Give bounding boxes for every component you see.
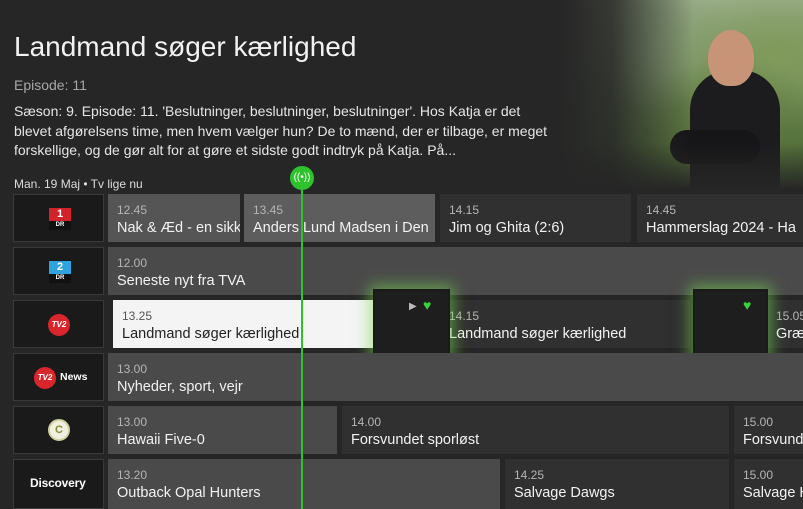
program-cell[interactable]: 14.15 Landmand søger kærlighed: [440, 300, 690, 348]
channel-row-2: 2 2 DR 12.00 Seneste nyt fra TVA: [0, 247, 803, 295]
episode-label: Episode: 11: [14, 77, 87, 93]
favorite-heart-icon[interactable]: ♥: [743, 297, 751, 313]
dr1-logo-icon: 1 DR: [49, 208, 71, 230]
program-cell[interactable]: 12.00 Seneste nyt fra TVA: [108, 247, 803, 295]
hero-fade: [560, 0, 803, 190]
current-time-line: [301, 178, 303, 509]
tv2-logo-icon: TV2: [48, 314, 70, 336]
program-cell[interactable]: 15.05 Græ: [767, 300, 803, 348]
program-cell[interactable]: 13.45 Anders Lund Madsen i Den: [244, 194, 435, 242]
channel-logo-box[interactable]: 2 DR: [13, 247, 104, 295]
program-cell[interactable]: 14.45 Hammerslag 2024 - Ha: [637, 194, 803, 242]
dr2-logo-icon: 2 DR: [49, 261, 71, 283]
program-cell-selected[interactable]: 13.25 Landmand søger kærlighed: [113, 300, 375, 348]
channel-row-6: 6 Discovery 13.20 Outback Opal Hunters 1…: [0, 459, 803, 509]
favorite-heart-icon[interactable]: ♥: [423, 297, 431, 313]
program-cell[interactable]: 14.00 Forsvundet sporløst: [342, 406, 729, 454]
program-cell[interactable]: 14.15 Jim og Ghita (2:6): [440, 194, 631, 242]
tv2-charlie-logo-icon: C: [48, 419, 70, 441]
program-cell[interactable]: 12.45 Nak & Æd - en sikker vinder: [108, 194, 240, 242]
program-cell[interactable]: 13.00 Nyheder, sport, vejr: [108, 353, 803, 401]
date-line: Man. 19 Maj • Tv lige nu: [14, 177, 143, 191]
channel-row-1: 1 1 DR 12.45 Nak & Æd - en sikker vinder…: [0, 194, 803, 242]
channel-logo-box[interactable]: TV2: [13, 300, 104, 348]
program-cell[interactable]: 13.20 Outback Opal Hunters: [108, 459, 500, 509]
program-cell[interactable]: 14.25 Salvage Dawgs: [505, 459, 729, 509]
live-broadcast-icon: ((•)): [290, 166, 314, 190]
tv2-news-logo-icon: TV2: [34, 367, 56, 389]
recording-overlay[interactable]: ▶ ♥: [373, 289, 450, 362]
channel-logo-box[interactable]: C: [13, 406, 104, 454]
play-icon[interactable]: ▶: [409, 301, 417, 312]
program-cell[interactable]: 15.00 Forsvundet: [734, 406, 803, 454]
news-label: News: [60, 371, 88, 383]
program-description: Sæson: 9. Episode: 11. 'Beslutninger, be…: [14, 103, 548, 158]
discovery-logo-icon: Discovery: [30, 476, 86, 490]
recording-overlay[interactable]: ♥: [693, 289, 768, 362]
channel-logo-box[interactable]: Discovery: [13, 459, 104, 509]
channel-logo-box[interactable]: 1 DR: [13, 194, 104, 242]
channel-row-5: 5 C 13.00 Hawaii Five-0 14.00 Forsvundet…: [0, 406, 803, 454]
channel-row-4: 4 TV2 News 13.00 Nyheder, sport, vejr: [0, 353, 803, 401]
program-title: Landmand søger kærlighed: [14, 31, 357, 62]
program-cell[interactable]: 15.00 Salvage H: [734, 459, 803, 509]
channel-logo-box[interactable]: TV2 News: [13, 353, 104, 401]
